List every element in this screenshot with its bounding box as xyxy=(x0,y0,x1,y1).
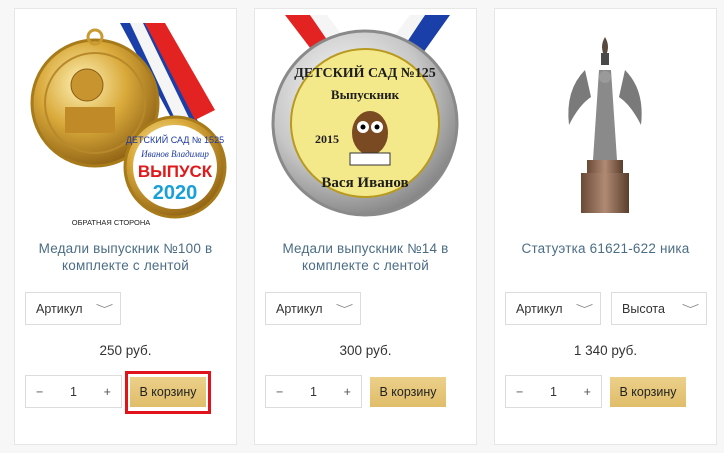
quantity-input[interactable]: 1 xyxy=(310,385,317,399)
product-price: 250 руб. xyxy=(99,343,152,358)
svg-text:ДЕТСКИЙ САД №125: ДЕТСКИЙ САД №125 xyxy=(294,64,436,81)
product-title[interactable]: Статуэтка 61621-622 ника xyxy=(503,240,708,257)
product-card: Статуэтка 61621-622 ника Артикул ﹀ Высот… xyxy=(494,8,717,445)
product-price: 300 руб. xyxy=(339,343,392,358)
height-select[interactable]: Высота ﹀ xyxy=(611,292,707,325)
article-select[interactable]: Артикул ﹀ xyxy=(265,292,361,325)
quantity-stepper: − 1 + xyxy=(505,375,602,408)
product-image[interactable] xyxy=(505,15,708,227)
article-select[interactable]: Артикул ﹀ xyxy=(25,292,121,325)
product-image[interactable]: ДЕТСКИЙ САД № 1525 Иванов Владимир ВЫПУС… xyxy=(25,15,228,227)
chevron-down-icon: ﹀ xyxy=(335,303,354,316)
plus-button[interactable]: + xyxy=(104,385,111,399)
product-options: Артикул ﹀ xyxy=(25,292,121,325)
plus-button[interactable]: + xyxy=(344,385,351,399)
minus-button[interactable]: − xyxy=(36,385,43,399)
chevron-down-icon: ﹀ xyxy=(575,303,594,316)
chevron-down-icon: ﹀ xyxy=(95,303,114,316)
select-label: Артикул xyxy=(276,301,323,316)
add-to-cart-button[interactable]: В корзину xyxy=(130,377,206,407)
quantity-input[interactable]: 1 xyxy=(70,385,77,399)
svg-text:Иванов Владимир: Иванов Владимир xyxy=(140,149,209,159)
product-card: ДЕТСКИЙ САД № 1525 Иванов Владимир ВЫПУС… xyxy=(14,8,237,445)
product-options: Артикул ﹀ xyxy=(265,292,361,325)
plus-button[interactable]: + xyxy=(584,385,591,399)
medal-image: ДЕТСКИЙ САД № 1525 Иванов Владимир ВЫПУС… xyxy=(30,23,227,227)
add-to-cart-button[interactable]: В корзину xyxy=(370,377,446,407)
select-label: Артикул xyxy=(36,301,83,316)
article-select[interactable]: Артикул ﹀ xyxy=(505,292,601,325)
image-caption: ОБРАТНАЯ СТОРОНА xyxy=(72,218,151,227)
svg-text:2020: 2020 xyxy=(153,182,198,204)
svg-text:Выпускник: Выпускник xyxy=(331,87,400,102)
quantity-input[interactable]: 1 xyxy=(550,385,557,399)
quantity-stepper: − 1 + xyxy=(265,375,362,408)
svg-text:Вася Иванов: Вася Иванов xyxy=(321,175,408,191)
svg-text:ВЫПУСК: ВЫПУСК xyxy=(138,162,213,181)
chevron-down-icon: ﹀ xyxy=(681,303,700,316)
svg-text:2015: 2015 xyxy=(315,132,339,146)
statuette-image xyxy=(568,37,642,213)
product-title[interactable]: Медали выпускник №14 в комплекте с ленто… xyxy=(263,240,468,274)
product-options: Артикул ﹀ Высота ﹀ xyxy=(505,292,707,325)
add-to-cart-button[interactable]: В корзину xyxy=(610,377,686,407)
quantity-stepper: − 1 + xyxy=(25,375,122,408)
product-card: ДЕТСКИЙ САД №125 Выпускник 2015 Вася Ива… xyxy=(254,8,477,445)
product-image[interactable]: ДЕТСКИЙ САД №125 Выпускник 2015 Вася Ива… xyxy=(265,15,468,227)
product-title[interactable]: Медали выпускник №100 в комплекте с лент… xyxy=(23,240,228,274)
minus-button[interactable]: − xyxy=(276,385,283,399)
select-label: Артикул xyxy=(516,301,563,316)
minus-button[interactable]: − xyxy=(516,385,523,399)
product-grid: ДЕТСКИЙ САД № 1525 Иванов Владимир ВЫПУС… xyxy=(0,0,724,453)
medal-image: ДЕТСКИЙ САД №125 Выпускник 2015 Вася Ива… xyxy=(271,15,459,217)
select-label: Высота xyxy=(622,301,665,316)
svg-text:ДЕТСКИЙ САД № 1525: ДЕТСКИЙ САД № 1525 xyxy=(126,134,224,145)
product-price: 1 340 руб. xyxy=(573,343,638,358)
